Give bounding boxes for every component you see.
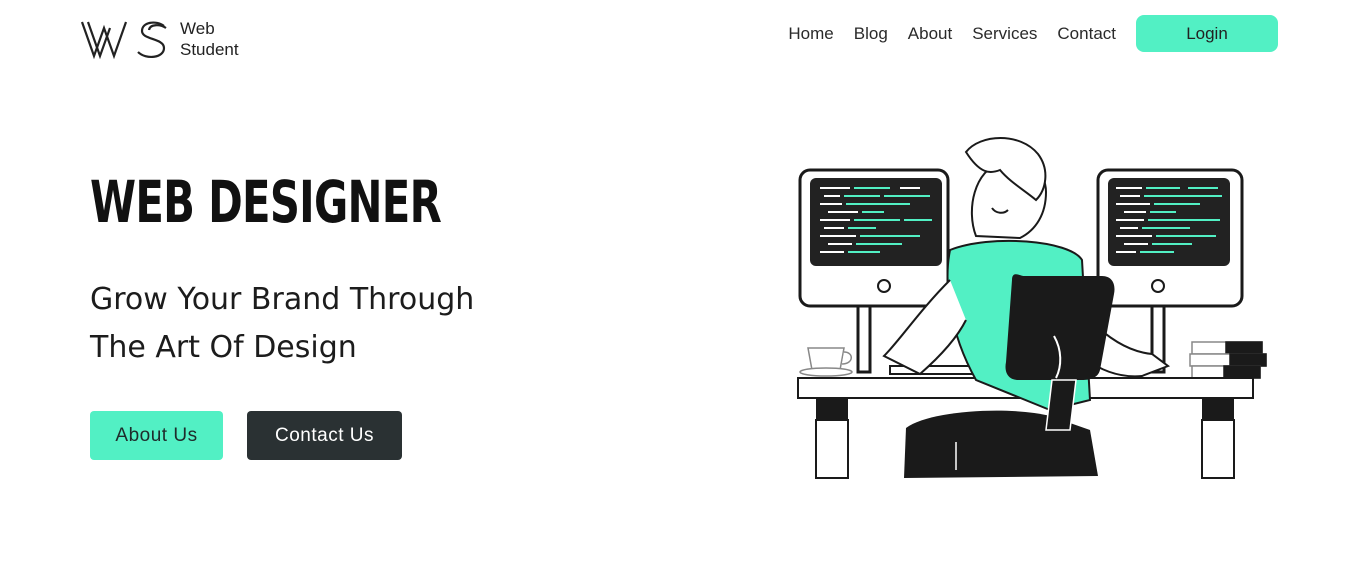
hero-subtitle: Grow Your Brand Through The Art Of Desig…: [90, 276, 474, 372]
office-chair-icon: [1005, 274, 1115, 431]
brand-name-line1: Web: [180, 19, 215, 38]
brand-logo[interactable]: Web Student: [80, 16, 250, 62]
developer-at-desk-illustration: [797, 137, 1267, 479]
nav-contact[interactable]: Contact: [1057, 16, 1116, 52]
login-button[interactable]: Login: [1136, 15, 1278, 52]
brand-name: Web Student: [180, 18, 239, 60]
about-us-button[interactable]: About Us: [90, 411, 223, 460]
nav-home[interactable]: Home: [788, 16, 833, 52]
hero-subtitle-line2: The Art Of Design: [90, 330, 357, 365]
hero-title: WEB DESIGNER: [90, 168, 442, 236]
brand-name-line2: Student: [180, 40, 239, 59]
nav-about[interactable]: About: [908, 16, 952, 52]
books-stack-icon: [1189, 341, 1267, 379]
nav-services[interactable]: Services: [972, 16, 1037, 52]
coffee-cup-icon: [799, 347, 853, 377]
hero-subtitle-line1: Grow Your Brand Through: [90, 282, 475, 317]
ws-monogram-icon: [80, 21, 167, 60]
nav-blog[interactable]: Blog: [854, 16, 888, 52]
main-nav: Home Blog About Services Contact Login: [788, 15, 1278, 52]
contact-us-button[interactable]: Contact Us: [247, 411, 402, 460]
